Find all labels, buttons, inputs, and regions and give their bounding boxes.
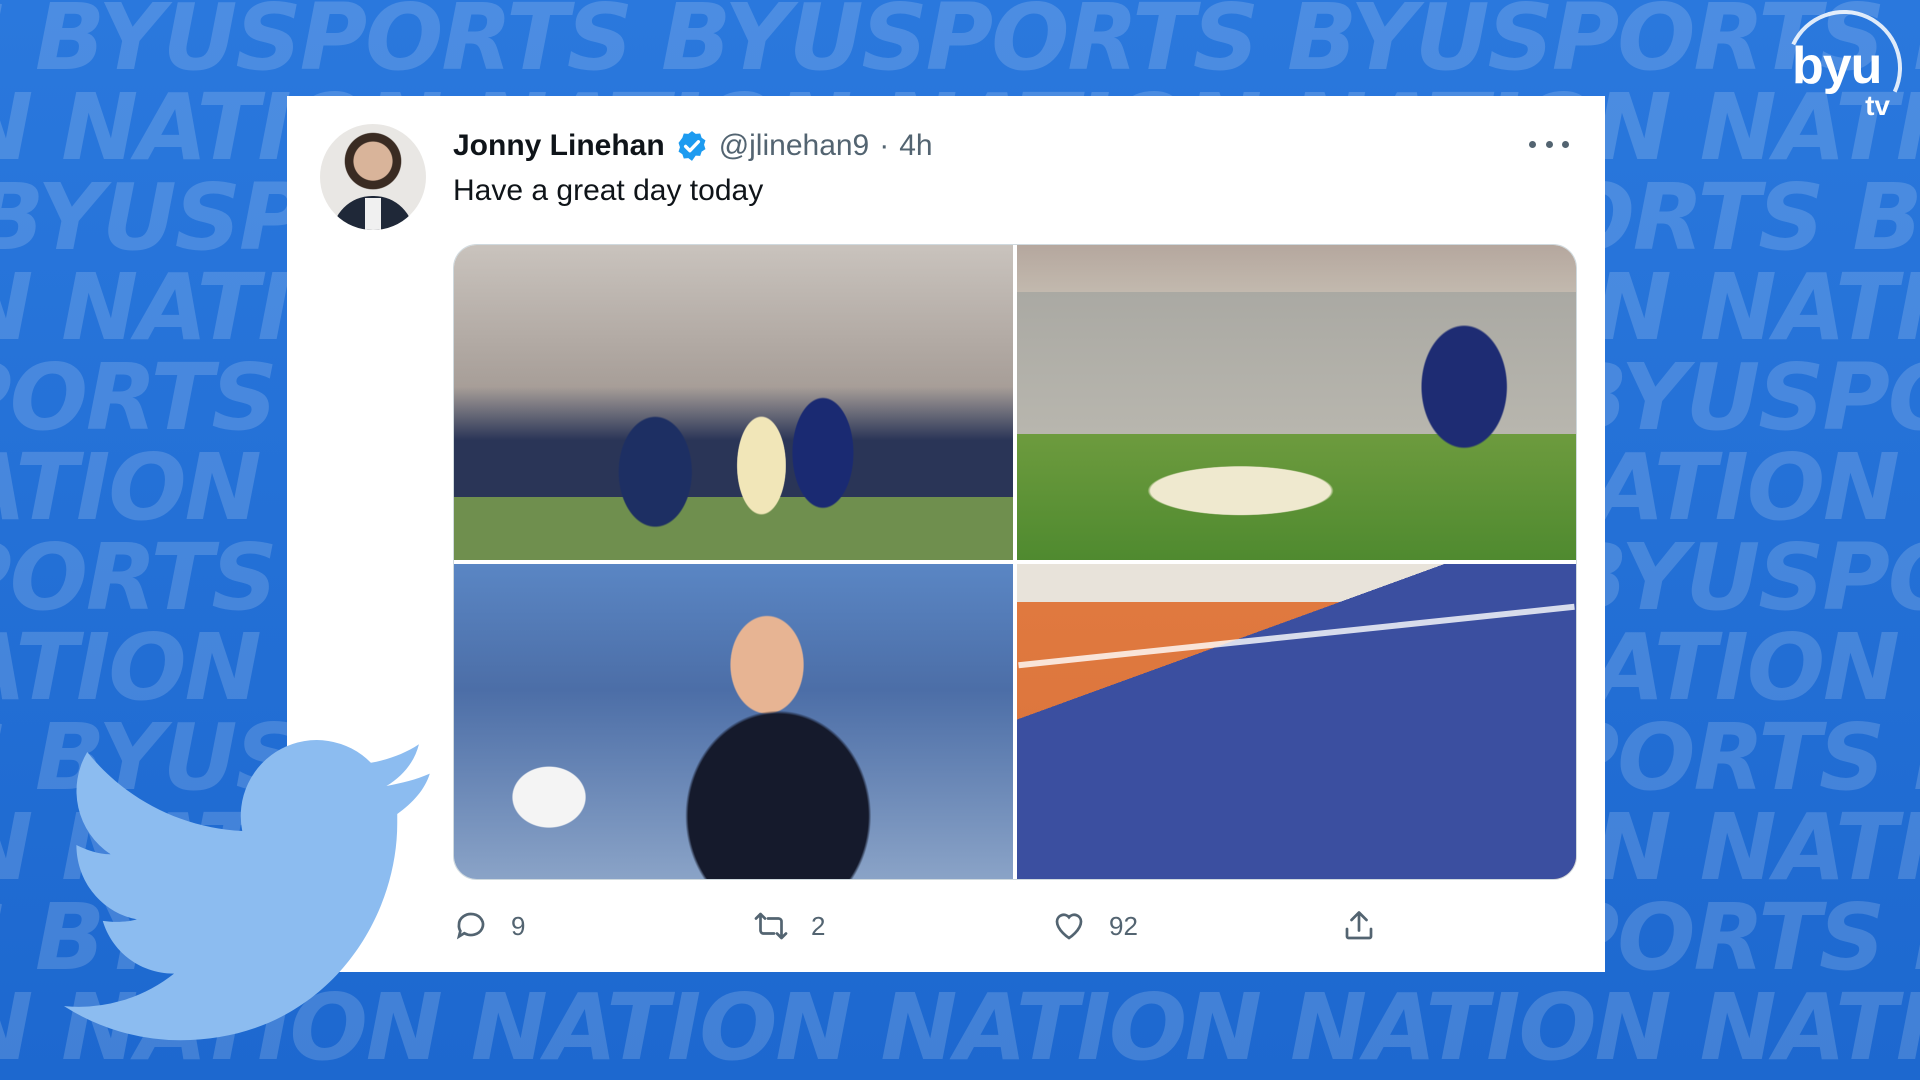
tweet-header: Jonny Linehan @jlinehan9 · 4h: [453, 126, 933, 166]
separator-dot: ·: [879, 129, 890, 162]
twitter-bird-icon: [64, 740, 430, 1041]
avatar[interactable]: [320, 124, 426, 230]
tweet-actions: 9 2 92: [453, 904, 1575, 948]
tweet-media-grid: [453, 244, 1577, 880]
retweet-button[interactable]: 2: [753, 904, 825, 948]
media-photo-football-field[interactable]: [1017, 564, 1576, 879]
media-photo-rugby-run[interactable]: [454, 245, 1013, 560]
reply-count: 9: [511, 910, 526, 941]
share-icon: [1345, 911, 1373, 940]
tweet-timestamp[interactable]: 4h: [899, 129, 932, 163]
retweet-count: 2: [811, 910, 826, 941]
reply-button[interactable]: 9: [453, 904, 525, 948]
author-name[interactable]: Jonny Linehan: [453, 129, 665, 163]
logo-text-tv: tv: [1865, 90, 1890, 121]
media-photo-rugby-player[interactable]: [454, 564, 1013, 879]
logo-text-byu: byu: [1792, 37, 1882, 95]
like-button[interactable]: 92: [1051, 904, 1138, 948]
author-handle[interactable]: @jlinehan9: [719, 129, 870, 163]
retweet-icon: [754, 912, 788, 940]
byutv-logo: byu tv: [1769, 0, 1919, 143]
tweet-card[interactable]: Jonny Linehan @jlinehan9 · 4h Have a gre…: [287, 96, 1605, 972]
tweet-text: Have a great day today: [453, 174, 764, 207]
heart-icon: [1055, 913, 1083, 940]
media-photo-rugby-tackle[interactable]: [1017, 245, 1576, 560]
verified-badge-icon: [678, 131, 706, 161]
reply-icon: [456, 912, 485, 940]
bg-pattern-row: TS BYUSPORTS BYUSPORTS BYUSPORTS BYUSPOR…: [0, 0, 1920, 91]
share-button[interactable]: [1341, 904, 1377, 948]
like-count: 92: [1109, 910, 1138, 941]
more-options-icon[interactable]: [1529, 132, 1569, 156]
